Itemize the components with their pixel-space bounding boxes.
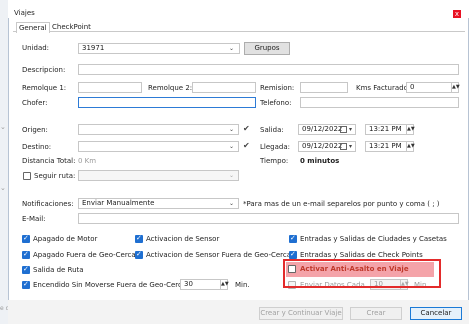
window-title: Viajes <box>14 9 35 17</box>
remolque2-label: Remolque 2: <box>148 84 193 92</box>
activacion-sensor-checkbox[interactable] <box>135 233 143 243</box>
apagado-fuera-geocerca-checkbox[interactable] <box>22 249 30 259</box>
grupos-button[interactable]: Grupos <box>244 42 290 55</box>
edit-route-icon[interactable]: ✔ <box>243 141 250 151</box>
tiempo-value: 0 minutos <box>300 157 340 165</box>
background-chevron-icon: ⌄ <box>0 184 6 192</box>
chevron-down-icon[interactable]: ▾ <box>349 125 352 134</box>
kms-facturados-label: Kms Facturados <box>356 84 412 92</box>
salida-ruta-label: Salida de Ruta <box>33 266 84 274</box>
entradas-ciudades-label: Entradas y Salidas de Ciudades y Casetas <box>300 235 447 243</box>
activacion-sensor-fuera-checkbox[interactable] <box>135 249 143 259</box>
apagado-motor-checkbox[interactable] <box>22 233 30 243</box>
unidad-label: Unidad: <box>22 44 50 52</box>
remolque2-input[interactable] <box>192 82 256 93</box>
salida-date-picker[interactable]: 09/12/2022 ▾ <box>298 124 356 135</box>
background-chevron-icon: ⌄ <box>0 123 6 131</box>
notificaciones-value: Enviar Manualmente <box>82 199 155 207</box>
edit-route-icon[interactable]: ✔ <box>243 124 250 134</box>
notificaciones-label: Notificaciones: <box>22 200 74 208</box>
anti-asalto-annotation-frame <box>283 259 441 288</box>
calendar-icon[interactable] <box>340 143 347 150</box>
descripcion-input[interactable] <box>78 64 459 75</box>
spinner-icon[interactable]: ▲▼ <box>220 280 229 289</box>
unidad-select[interactable]: 31971 ⌄ <box>78 43 240 54</box>
background-window-strip <box>0 0 8 324</box>
distancia-total-value: 0 Km <box>78 157 97 165</box>
tiempo-label: Tiempo: <box>260 157 289 165</box>
encendido-unit: Min. <box>235 281 250 289</box>
chofer-label: Chofer: <box>22 99 48 107</box>
salida-ruta-checkbox[interactable] <box>22 264 30 274</box>
seguir-ruta-label: Seguir ruta: <box>34 172 76 180</box>
chevron-down-icon[interactable]: ⌄ <box>229 44 234 53</box>
remolque1-label: Remolque 1: <box>22 84 67 92</box>
destino-label: Destino: <box>22 143 52 151</box>
seguir-ruta-checkbox[interactable] <box>23 172 31 180</box>
spinner-icon[interactable]: ▲▼ <box>406 125 415 134</box>
chevron-down-icon[interactable]: ⌄ <box>229 199 234 208</box>
tab-general[interactable]: General <box>16 22 50 33</box>
salida-label: Salida: <box>260 126 284 134</box>
email-label: E-Mail: <box>22 215 46 223</box>
tab-checkpoint[interactable]: CheckPoint <box>52 22 91 32</box>
email-input[interactable] <box>78 213 459 224</box>
cancelar-button[interactable]: Cancelar <box>410 307 462 320</box>
telefono-input[interactable] <box>300 97 459 108</box>
origen-select[interactable]: ⌄ <box>78 124 239 135</box>
llegada-label: Llegada: <box>260 143 290 151</box>
crear-button[interactable]: Crear <box>350 307 402 320</box>
spinner-icon[interactable]: ▲▼ <box>406 142 415 151</box>
kms-facturados-stepper[interactable]: 0 ▲▼ <box>406 82 460 93</box>
close-button[interactable]: x <box>453 10 461 18</box>
calendar-icon[interactable] <box>340 126 347 133</box>
seguir-ruta-select[interactable]: ⌄ <box>78 170 239 181</box>
remision-input[interactable] <box>300 82 348 93</box>
llegada-date-picker[interactable]: 09/12/2022 ▾ <box>298 141 356 152</box>
spinner-icon[interactable]: ▲▼ <box>451 83 460 92</box>
email-hint: *Para mas de un e-mail separelos por pun… <box>243 200 440 208</box>
distancia-total-label: Distancia Total: <box>22 157 76 165</box>
apagado-fuera-geocerca-label: Apagado Fuera de Geo-Cerca <box>33 251 136 259</box>
encendido-checkbox[interactable] <box>22 279 30 289</box>
descripcion-label: Descripcion: <box>22 66 66 74</box>
entradas-checkpoints-checkbox[interactable] <box>289 249 297 259</box>
activacion-sensor-fuera-label: Activacion de Sensor Fuera de Geo-Cerca <box>146 251 292 259</box>
salida-time-picker[interactable]: 13:21 PM ▲▼ <box>365 124 415 135</box>
telefono-label: Telefono: <box>260 99 292 107</box>
chevron-down-icon[interactable]: ▾ <box>349 142 352 151</box>
chevron-down-icon[interactable]: ⌄ <box>229 171 234 180</box>
chevron-down-icon[interactable]: ⌄ <box>229 125 234 134</box>
llegada-time-picker[interactable]: 13:21 PM ▲▼ <box>365 141 415 152</box>
title-bar <box>8 0 469 18</box>
crear-continuar-button[interactable]: Crear y Continuar Viaje <box>259 307 343 320</box>
notificaciones-select[interactable]: Enviar Manualmente ⌄ <box>78 198 239 209</box>
encendido-label: Encendido Sin Moverse Fuera de Geo-Cerca… <box>33 281 189 289</box>
activacion-sensor-label: Activacion de Sensor <box>146 235 220 243</box>
remision-label: Remision: <box>260 84 295 92</box>
encendido-minutes-stepper[interactable]: 30 ▲▼ <box>180 279 229 290</box>
entradas-ciudades-checkbox[interactable] <box>289 233 297 243</box>
remolque1-input[interactable] <box>78 82 142 93</box>
apagado-motor-label: Apagado de Motor <box>33 235 98 243</box>
origen-label: Origen: <box>22 126 48 134</box>
chofer-input[interactable] <box>78 97 256 108</box>
destino-select[interactable]: ⌄ <box>78 141 239 152</box>
unidad-value: 31971 <box>82 44 105 52</box>
chevron-down-icon[interactable]: ⌄ <box>229 142 234 151</box>
